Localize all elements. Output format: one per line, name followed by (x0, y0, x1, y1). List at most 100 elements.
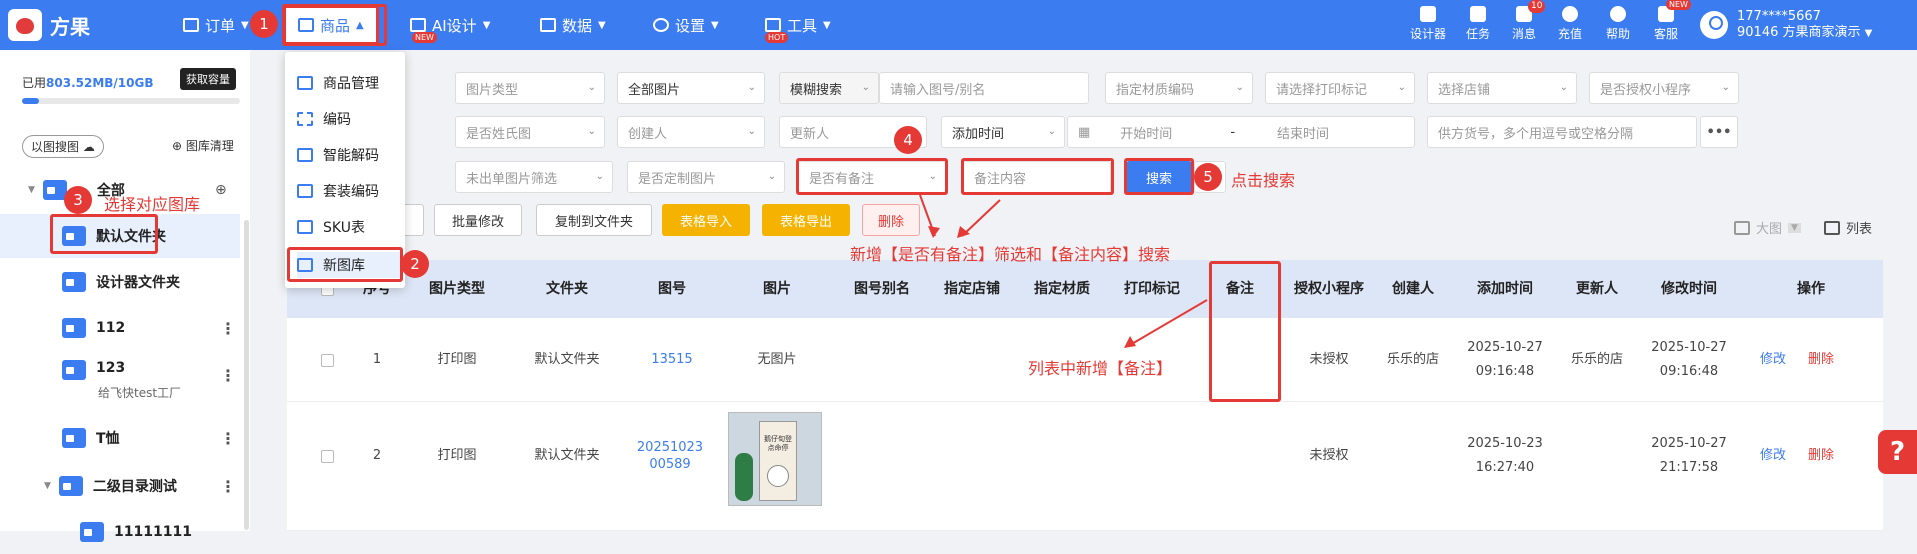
add-folder-icon[interactable]: ⊕ (215, 182, 227, 198)
row-checkbox[interactable] (307, 318, 347, 402)
column-header: 更新人 (1576, 281, 1618, 297)
more-icon[interactable]: ⋮ (220, 429, 236, 448)
get-capacity-button[interactable]: 获取容量 (180, 68, 236, 90)
tree-item-subdir-test[interactable]: ▼ 二级目录测试 ⋮ (0, 464, 240, 508)
logo-icon (8, 9, 42, 41)
menu-item-product-management[interactable]: 商品管理 (297, 70, 401, 96)
fuzzy-search-select[interactable]: 模糊搜索 ⌄ (779, 72, 879, 104)
tree-item-designer-folder[interactable]: 设计器文件夹 (0, 260, 240, 304)
user-shop: 90146 方果商家演示 (1737, 25, 1861, 40)
nav-data[interactable]: 数据 ▼ (540, 0, 606, 50)
chevron-down-icon: ⌄ (595, 171, 604, 182)
tree-item-123[interactable]: 123 给飞快test工厂 ⋮ (0, 352, 240, 408)
message-button[interactable]: 10 消息 (1512, 0, 1546, 42)
app-logo[interactable]: 方果 (8, 9, 90, 41)
row-edit-link[interactable]: 修改 (1753, 402, 1793, 510)
ai-design-icon (410, 18, 426, 32)
menu-item-sku-table[interactable]: SKU表 (297, 214, 401, 240)
material-code-placeholder: 指定材质编码 (1116, 82, 1195, 98)
menu-item-label: SKU表 (323, 220, 365, 236)
row-modified-time: 2025-10-27 21:17:58 (1651, 436, 1727, 475)
mini-program-auth-placeholder: 是否授权小程序 (1600, 82, 1692, 98)
nav-tools[interactable]: 工具 ▼ HOT (765, 0, 831, 50)
annotation-frame-remark-column (1209, 261, 1281, 402)
column-header: 添加时间 (1477, 281, 1533, 297)
customer-service-button[interactable]: NEW 客服 (1654, 0, 1691, 42)
more-icon[interactable]: ⋮ (220, 477, 236, 496)
nav-settings[interactable]: 设置 ▼ (653, 0, 719, 50)
row-delete-link[interactable]: 删除 (1801, 318, 1841, 402)
tree-item-tshirt[interactable]: T恤 ⋮ (0, 416, 240, 460)
nav-orders[interactable]: 订单 ▼ (183, 0, 249, 50)
supplier-sku-input[interactable]: 供方货号，多个用逗号或空格分隔 (1427, 116, 1697, 148)
user-menu[interactable]: 177****5667 90146 方果商家演示 ▼ (1737, 9, 1872, 42)
add-time-value: 添加时间 (952, 126, 1005, 142)
help-button[interactable]: 帮助 (1606, 6, 1630, 42)
folder-icon (62, 360, 86, 380)
designer-label: 设计器 (1410, 27, 1447, 41)
designer-button[interactable]: 设计器 (1410, 6, 1446, 42)
recharge-button[interactable]: 充值 (1558, 6, 1582, 42)
more-filters-button[interactable]: ••• (1700, 116, 1738, 148)
folder-sidebar: 已用803.52MB/10GB 获取容量 以图搜图 ☁ ⊕ 图库清理 ▼ 全部 … (0, 50, 250, 542)
tree-item-112[interactable]: 112 ⋮ (0, 306, 240, 350)
help-floating-button[interactable]: ? (1878, 430, 1917, 474)
tree-item-label: 123 (96, 360, 126, 376)
row-delete-link[interactable]: 删除 (1801, 402, 1841, 510)
row-image-code-link[interactable]: 20251023 00589 (632, 402, 708, 510)
image-type-select[interactable]: 图片类型 ⌄ (455, 72, 605, 104)
user-avatar[interactable] (1700, 11, 1728, 39)
date-range-picker[interactable]: ▦ 开始时间 - 结束时间 (1067, 116, 1415, 148)
folder-icon (62, 272, 86, 292)
add-time-select[interactable]: 添加时间 ⌄ (941, 116, 1065, 148)
bundle-code-icon (297, 184, 313, 198)
annotation-click-search: 点击搜索 (1231, 171, 1296, 190)
nav-data-label: 数据 (562, 16, 593, 35)
surname-image-select[interactable]: 是否姓氏图 ⌄ (455, 116, 605, 148)
row-index: 2 (372, 448, 382, 463)
caret-down-icon: ▼ (44, 481, 51, 491)
unordered-image-select[interactable]: 未出单图片筛选 ⌄ (455, 161, 613, 193)
row-edit-link[interactable]: 修改 (1753, 318, 1793, 402)
batch-edit-button[interactable]: 批量修改 (434, 204, 522, 236)
mini-program-auth-select[interactable]: 是否授权小程序 ⌄ (1589, 72, 1739, 104)
nav-ai-design[interactable]: AI设计 ▼ NEW (410, 0, 490, 50)
table-import-button[interactable]: 表格导入 (662, 204, 750, 236)
material-code-select[interactable]: 指定材质编码 ⌄ (1105, 72, 1253, 104)
row-checkbox[interactable] (307, 402, 347, 510)
tree-item-11111111[interactable]: 11111111 (0, 510, 240, 554)
gallery-clean-button[interactable]: ⊕ 图库清理 (172, 137, 234, 154)
chevron-down-icon: ▼ (241, 19, 249, 31)
delete-button[interactable]: 删除 (862, 204, 920, 236)
row-image-code-link[interactable]: 13515 (627, 318, 717, 402)
table-row: 2 打印图 默认文件夹 20251023 00589 鹅仔旬登 点命停 未授权 … (287, 402, 1883, 531)
all-images-value: 全部图片 (628, 82, 681, 98)
list-view-icon (1824, 220, 1840, 235)
print-mark-select[interactable]: 请选择打印标记 ⌄ (1265, 72, 1415, 104)
storage-progress-bar (22, 98, 240, 104)
row-modified-time: 2025-10-27 09:16:48 (1651, 340, 1727, 379)
more-icon[interactable]: ⋮ (220, 366, 236, 385)
service-icon: NEW (1658, 0, 1691, 22)
sidebar-scrollbar[interactable] (244, 220, 249, 530)
list-view-toggle[interactable]: 列表 (1824, 218, 1872, 237)
custom-image-select[interactable]: 是否定制图片 ⌄ (627, 161, 785, 193)
grid-view-toggle[interactable]: 大图 ▼ (1734, 218, 1801, 237)
row-thumbnail[interactable]: 鹅仔旬登 点命停 (728, 412, 822, 506)
menu-item-smart-decode[interactable]: 智能解码 (297, 142, 401, 168)
store-select[interactable]: 选择店铺 ⌄ (1427, 72, 1577, 104)
task-button[interactable]: 任务 (1466, 6, 1490, 42)
service-label: 客服 (1654, 27, 1679, 41)
chevron-down-icon: ▼ (823, 19, 831, 31)
creator-select[interactable]: 创建人 ⌄ (617, 116, 765, 148)
search-by-image-button[interactable]: 以图搜图 ☁ (22, 135, 104, 158)
table-export-button[interactable]: 表格导出 (762, 204, 850, 236)
menu-item-bundle-code[interactable]: 套装编码 (297, 178, 401, 204)
more-icon[interactable]: ⋮ (220, 319, 236, 338)
menu-item-code[interactable]: 编码 (297, 106, 401, 132)
calendar-icon: ▦ (1078, 124, 1091, 140)
image-code-input[interactable]: 请输入图号/别名 (879, 72, 1089, 104)
annotation-frame-remark-content (961, 158, 1114, 195)
all-images-select[interactable]: 全部图片 ⌄ (617, 72, 765, 104)
copy-to-folder-button[interactable]: 复制到文件夹 (536, 204, 652, 236)
